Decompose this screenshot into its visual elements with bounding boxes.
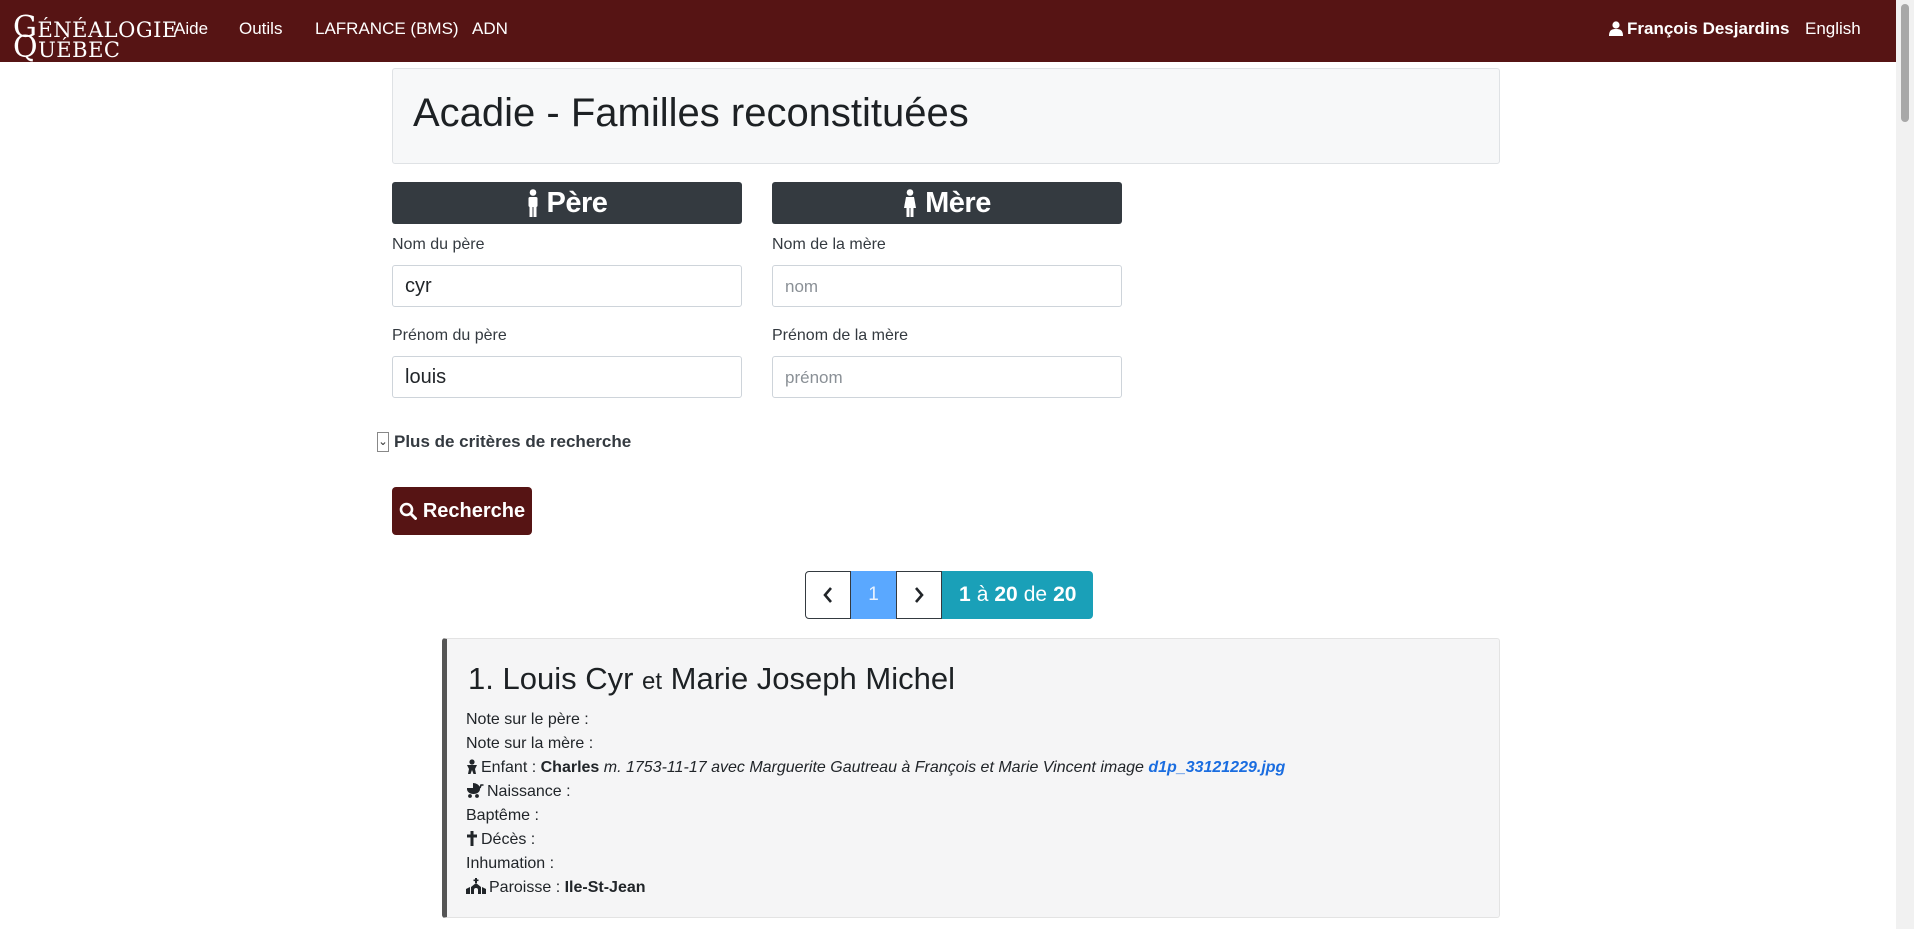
cross-icon <box>467 831 477 846</box>
chevron-right-icon <box>915 587 924 603</box>
father-header: Père <box>392 182 742 224</box>
church-icon <box>466 878 486 894</box>
nav-link-adn[interactable]: ADN <box>472 19 508 39</box>
user-icon <box>1609 21 1623 36</box>
baby-carriage-icon <box>467 782 484 798</box>
logo-letter: Q <box>13 30 39 65</box>
result-title: 1. Louis Cyr et Marie Joseph Michel <box>468 661 955 697</box>
result-title-mother: Marie Joseph Michel <box>670 661 955 696</box>
note-father-row: Note sur le père : <box>466 711 589 728</box>
father-surname-input[interactable] <box>392 265 742 307</box>
search-button-label: Recherche <box>422 499 526 522</box>
nav-link-aide[interactable]: Aide <box>174 19 208 39</box>
scrollbar-thumb[interactable] <box>1901 4 1909 122</box>
mother-header-label: Mère <box>925 186 991 219</box>
more-criteria-label: Plus de critères de recherche <box>394 432 632 451</box>
result-title-et: et <box>642 668 663 695</box>
birth-label: Naissance : <box>487 783 571 800</box>
result-title-father: 1. Louis Cyr <box>468 661 634 696</box>
child-name: Charles <box>540 759 600 776</box>
parish-row: Paroisse : Ile-St-Jean <box>466 876 1285 900</box>
nav-link-lafrance[interactable]: LAFRANCE (BMS) <box>315 19 459 39</box>
result-details: Note sur le père : Note sur la mère : En… <box>466 708 1285 900</box>
pagination: 1 1 à 20 de 20 <box>805 571 1094 619</box>
parish-value: Ile-St-Jean <box>564 879 646 896</box>
double-chevron-down-icon: ⌄ <box>377 432 389 452</box>
more-criteria-toggle[interactable]: ⌄ Plus de critères de recherche <box>377 432 631 452</box>
of-word: de <box>1023 583 1048 606</box>
death-label: Décès : <box>481 831 536 848</box>
child-detail: m. 1753-11-17 avec Marguerite Gautreau à… <box>603 759 1144 776</box>
baptism-row: Baptême : <box>466 807 539 824</box>
mother-surname-label: Nom de la mère <box>772 236 886 253</box>
language-switch[interactable]: English <box>1805 19 1861 39</box>
page-title: Acadie - Familles reconstituées <box>413 91 969 135</box>
range-word: à <box>976 583 989 606</box>
mother-surname-input[interactable] <box>772 265 1122 307</box>
site-logo[interactable]: GÉNÉALOGIE QUÉBEC <box>13 8 177 65</box>
result-card: 1. Louis Cyr et Marie Joseph Michel Note… <box>442 638 1500 918</box>
birth-row: Naissance : <box>466 780 1285 804</box>
child-image-link[interactable]: d1p_33121229.jpg <box>1148 759 1285 776</box>
page-title-box: Acadie - Familles reconstituées <box>392 68 1500 164</box>
mother-firstname-label: Prénom de la mère <box>772 327 909 344</box>
burial-row: Inhumation : <box>466 855 555 872</box>
page-scrollbar[interactable] <box>1896 0 1914 929</box>
female-icon <box>904 189 917 217</box>
user-name: François Desjardins <box>1627 19 1790 38</box>
parish-label: Paroisse : <box>489 879 561 896</box>
chevron-left-icon <box>823 587 832 603</box>
range-to: 20 <box>994 583 1018 606</box>
child-label: Enfant : <box>481 759 537 776</box>
nav-link-outils[interactable]: Outils <box>239 19 282 39</box>
death-row: Décès : <box>466 828 1285 852</box>
child-row: Enfant : Charles m. 1753-11-17 avec Marg… <box>466 756 1285 780</box>
father-surname-label: Nom du père <box>392 236 485 253</box>
mother-firstname-input[interactable] <box>772 356 1122 398</box>
father-firstname-input[interactable] <box>392 356 742 398</box>
range-from: 1 <box>959 583 971 606</box>
range-total: 20 <box>1053 583 1077 606</box>
user-menu[interactable]: François Desjardins <box>1609 19 1790 39</box>
father-header-label: Père <box>546 186 608 219</box>
results-range-badge: 1 à 20 de 20 <box>942 571 1094 619</box>
logo-text: UÉBEC <box>38 38 121 62</box>
top-navbar: GÉNÉALOGIE QUÉBEC Aide Outils LAFRANCE (… <box>0 0 1896 65</box>
previous-page-button[interactable] <box>805 571 851 619</box>
search-icon <box>399 502 417 520</box>
page-number-current[interactable]: 1 <box>851 571 896 619</box>
father-firstname-label: Prénom du père <box>392 327 507 344</box>
next-page-button[interactable] <box>896 571 942 619</box>
child-icon <box>467 759 477 774</box>
note-mother-row: Note sur la mère : <box>466 735 594 752</box>
mother-header: Mère <box>772 182 1122 224</box>
search-button[interactable]: Recherche <box>392 487 532 535</box>
male-icon <box>528 189 538 217</box>
